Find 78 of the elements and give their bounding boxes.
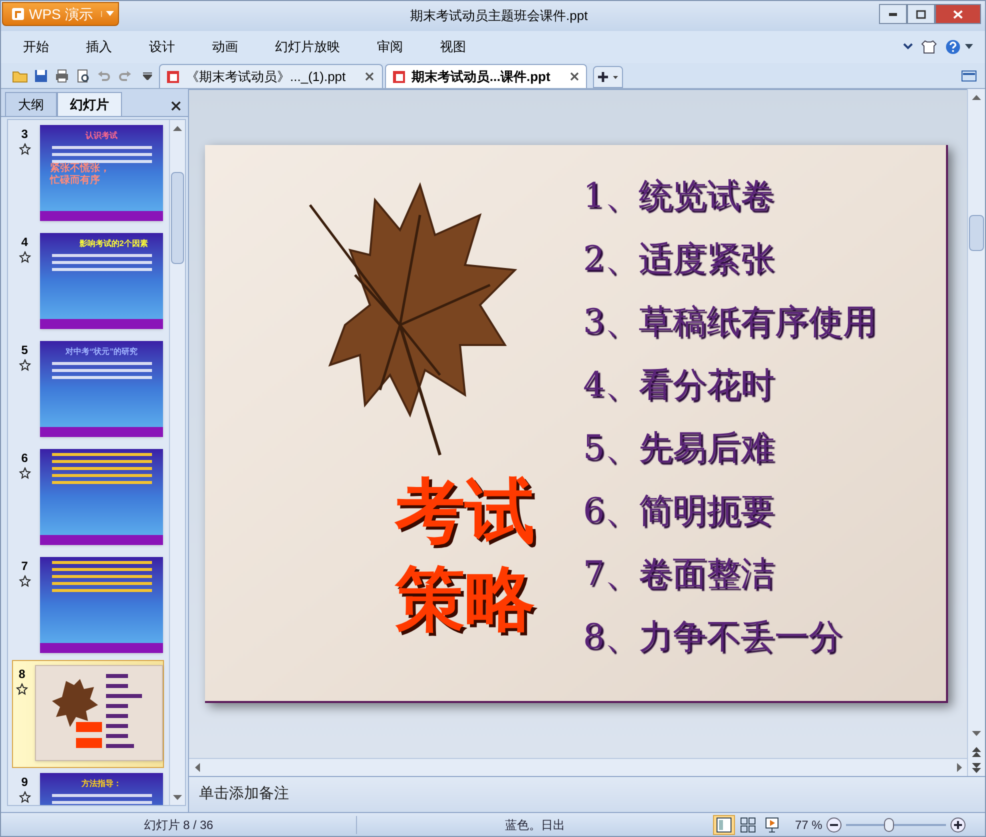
presentation-file-icon <box>166 70 180 84</box>
slide-number: 6 <box>21 450 28 467</box>
slide-heading: 考试 <box>395 468 535 554</box>
minimize-icon <box>889 12 897 16</box>
zoom-out-button[interactable] <box>826 816 842 832</box>
thumbnail-title: 方法指导： <box>82 778 122 790</box>
maximize-button[interactable] <box>907 4 935 24</box>
caret-icon <box>965 44 973 50</box>
scrollbar-thumb[interactable] <box>969 215 984 251</box>
slide-thumbnail-item[interactable]: 7 <box>12 552 164 660</box>
menu-item[interactable]: 设计 <box>139 37 185 57</box>
thumbnail-title: 对中考“状元”的研究 <box>66 346 138 358</box>
minimize-button[interactable] <box>879 4 907 24</box>
slide-thumbnail-item[interactable]: 5 对中考“状元”的研究 <box>12 336 164 444</box>
close-button[interactable] <box>935 4 981 24</box>
slide-list-item: 1、统览试卷 <box>583 175 776 217</box>
thumbnail-text: 紧张不慌张， <box>50 163 110 174</box>
slide-number: 8 <box>18 666 26 683</box>
slide-thumbnail-item[interactable]: 6 <box>12 444 164 552</box>
zoom-slider-thumb[interactable] <box>884 818 894 832</box>
tab-label: 期末考试动员...课件.ppt <box>412 68 550 86</box>
slide-heading: 策略 <box>395 556 535 642</box>
menu-item[interactable]: 动画 <box>202 37 248 57</box>
new-tab-button[interactable] <box>593 66 624 88</box>
thumbnail-title: 认识考试 <box>86 130 118 142</box>
slide-list-item: 7、卷面整洁 <box>583 553 776 595</box>
star-icon <box>18 467 31 479</box>
slide-number: 9 <box>21 774 28 791</box>
document-tab[interactable]: 《期末考试动员》..._(1).ppt <box>159 64 383 88</box>
pane-tab[interactable]: 大纲 <box>5 92 57 116</box>
slide-thumbnail-item[interactable]: 3 认识考试 紧张不慌张， 忙碌而有序 <box>12 120 164 228</box>
slide-thumbnail-item[interactable]: 8 <box>12 660 164 768</box>
scrollbar-thumb[interactable] <box>171 172 184 264</box>
star-icon <box>18 359 31 371</box>
menu-item[interactable]: 幻灯片放映 <box>265 37 350 57</box>
star-icon <box>18 575 31 587</box>
logo-icon <box>11 7 25 21</box>
zoom-level: 77 % <box>795 816 822 834</box>
plus-icon <box>598 71 618 83</box>
menu-item[interactable]: 审阅 <box>367 37 413 57</box>
window-title: 期末考试动员主题班会课件.ppt <box>409 7 589 26</box>
theme-name: 蓝色。日出 <box>504 816 566 834</box>
shirt-icon <box>921 39 937 55</box>
slide-list-item: 5、先易后难 <box>583 427 776 469</box>
star-icon <box>18 251 31 263</box>
slide-number: 7 <box>21 558 28 575</box>
star-icon <box>16 683 28 695</box>
normal-view-icon[interactable] <box>713 814 735 834</box>
panel-layout-icon <box>961 70 977 82</box>
star-icon <box>18 791 31 803</box>
slide-list-item: 2、适度紧张 <box>583 238 776 280</box>
slide-number: 3 <box>21 126 28 143</box>
chevron-down-icon <box>903 43 913 51</box>
notes-placeholder[interactable]: 单击添加备注 <box>199 783 289 806</box>
thumbnail-text: 忙碌而有序 <box>50 175 100 187</box>
menu-item[interactable]: 插入 <box>76 37 122 57</box>
slide-thumbnail-item[interactable]: 4 影响考试的2个因素 <box>12 228 164 336</box>
slide-counter: 幻灯片 8 / 36 <box>1 816 357 834</box>
slide-number: 4 <box>21 234 28 251</box>
presentation-file-icon <box>392 70 406 84</box>
pane-tab[interactable]: 幻灯片 <box>57 92 122 116</box>
caret-icon <box>106 11 114 17</box>
help-icon <box>945 39 961 55</box>
star-icon <box>18 143 31 155</box>
tab-label: 《期末考试动员》..._(1).ppt <box>186 68 346 86</box>
slide-thumbnail-item[interactable]: 9 方法指导： <box>12 768 164 805</box>
slide-list-item: 3、草稿纸有序使用 <box>583 301 877 343</box>
zoom-in-button[interactable] <box>950 816 966 832</box>
slide-list-item: 6、简明扼要 <box>583 490 776 532</box>
close-tab-icon[interactable] <box>364 70 376 82</box>
menu-item[interactable]: 开始 <box>13 37 59 57</box>
slide-list-item: 8、力争不丢一分 <box>583 616 844 658</box>
close-tab-icon[interactable] <box>568 70 580 82</box>
menu-item[interactable]: 视图 <box>430 37 476 57</box>
slide-list-item: 4、看分花时 <box>583 364 776 406</box>
thumbnail-title: 影响考试的2个因素 <box>79 238 148 250</box>
document-tab[interactable]: 期末考试动员...课件.ppt <box>384 64 588 88</box>
slide-number: 5 <box>21 342 28 359</box>
